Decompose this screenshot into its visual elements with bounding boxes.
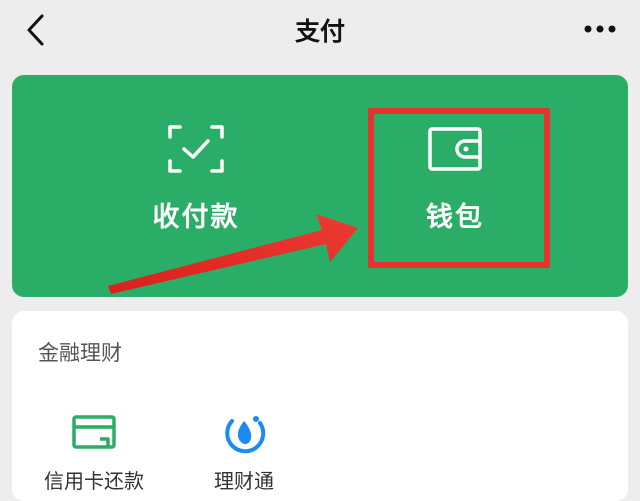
credit-card-repay-item[interactable]: 信用卡还款	[34, 411, 154, 501]
wealth-item[interactable]: 理财通	[184, 411, 304, 501]
credit-card-repay-label: 信用卡还款	[44, 469, 144, 493]
wealth-label: 理财通	[214, 469, 274, 493]
credit-card-icon	[72, 415, 116, 449]
section-title: 金融理财	[38, 341, 122, 365]
finance-section: 金融理财 信用卡还款 理财通	[12, 311, 628, 501]
wealth-icon	[225, 416, 266, 454]
